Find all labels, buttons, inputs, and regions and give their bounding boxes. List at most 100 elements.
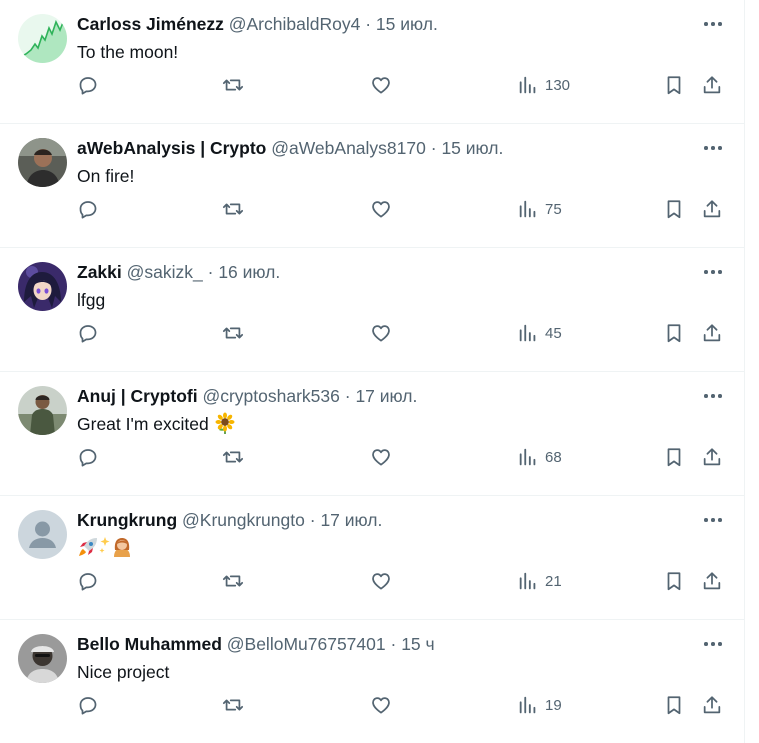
avatar[interactable] (18, 14, 67, 63)
like-button[interactable] (370, 441, 392, 473)
author-name[interactable]: Zakki (77, 262, 122, 282)
share-button[interactable] (701, 69, 723, 101)
post-timestamp[interactable]: 15 июл. (441, 138, 503, 158)
author-handle[interactable]: @aWebAnalys8170 (271, 138, 426, 158)
post-item[interactable]: Anuj | Cryptofi @cryptoshark536 · 17 июл… (0, 372, 745, 496)
author-name[interactable]: Carloss Jiménezz (77, 14, 224, 34)
more-options-button[interactable] (700, 634, 726, 654)
bookmark-icon (667, 200, 681, 219)
post-item[interactable]: Zakki @sakizk_ · 16 июл. lfgg 45 (0, 248, 745, 372)
views-button[interactable]: 75 (517, 193, 562, 225)
avatar[interactable] (18, 634, 67, 683)
repost-button[interactable] (222, 317, 244, 349)
separator-dot: · (430, 138, 437, 158)
post-item[interactable]: Krungkrung @Krungkrungto · 17 июл. 21 (0, 496, 745, 620)
share-button[interactable] (701, 317, 723, 349)
views-button[interactable]: 19 (517, 689, 562, 721)
author-handle[interactable]: @BelloMu76757401 (227, 634, 386, 654)
post-timestamp[interactable]: 15 июл. (376, 14, 438, 34)
separator-dot: · (344, 386, 351, 406)
avatar[interactable] (18, 386, 67, 435)
heart-icon (372, 449, 390, 466)
avatar[interactable] (18, 510, 67, 559)
views-count: 45 (545, 324, 562, 342)
reply-button[interactable] (77, 69, 99, 101)
repost-button[interactable] (222, 193, 244, 225)
reply-icon (79, 201, 97, 219)
post-item[interactable]: Carloss Jiménezz @ArchibaldRoy4 · 15 июл… (0, 0, 745, 124)
repost-icon (222, 79, 244, 91)
repost-button[interactable] (222, 565, 244, 597)
reply-icon (79, 449, 97, 467)
more-options-button[interactable] (700, 386, 726, 406)
share-icon (703, 200, 721, 218)
author-name[interactable]: Anuj | Cryptofi (77, 386, 198, 406)
bookmark-icon (667, 572, 681, 591)
reply-button[interactable] (77, 565, 99, 597)
author-name[interactable]: Bello Muhammed (77, 634, 222, 654)
author-handle[interactable]: @sakizk_ (127, 262, 203, 282)
separator-dot: · (390, 634, 397, 654)
bookmark-button[interactable] (663, 441, 685, 473)
share-button[interactable] (701, 565, 723, 597)
views-button[interactable]: 45 (517, 317, 562, 349)
reply-button[interactable] (77, 689, 99, 721)
separator-dot: · (365, 14, 372, 34)
repost-button[interactable] (222, 69, 244, 101)
views-button[interactable]: 68 (517, 441, 562, 473)
post-text: To the moon! (77, 40, 178, 64)
bookmark-button[interactable] (663, 69, 685, 101)
bookmark-button[interactable] (663, 689, 685, 721)
views-chart-icon (519, 572, 536, 590)
reply-button[interactable] (77, 317, 99, 349)
share-button[interactable] (701, 193, 723, 225)
more-options-button[interactable] (700, 262, 726, 282)
post-timestamp[interactable]: 16 июл. (218, 262, 280, 282)
views-chart-icon (519, 696, 536, 714)
post-text-content: To the moon! (77, 42, 179, 62)
like-button[interactable] (370, 69, 392, 101)
share-button[interactable] (701, 689, 723, 721)
post-text: Great I'm excited (77, 412, 236, 436)
post-timestamp[interactable]: 17 июл. (320, 510, 382, 530)
repost-icon (222, 575, 244, 587)
post-timestamp[interactable]: 17 июл. (355, 386, 417, 406)
repost-button[interactable] (222, 689, 244, 721)
like-button[interactable] (370, 565, 392, 597)
share-button[interactable] (701, 441, 723, 473)
more-options-button[interactable] (700, 138, 726, 158)
post-timestamp[interactable]: 15 ч (401, 634, 434, 654)
more-options-button[interactable] (700, 510, 726, 530)
more-options-button[interactable] (700, 14, 726, 34)
views-button[interactable]: 21 (517, 565, 562, 597)
sunflower-emoji (215, 412, 235, 434)
bookmark-button[interactable] (663, 193, 685, 225)
views-button[interactable]: 130 (517, 69, 570, 101)
like-button[interactable] (370, 317, 392, 349)
sparkles-emoji (99, 537, 110, 553)
like-button[interactable] (370, 193, 392, 225)
bookmark-icon (667, 76, 681, 95)
avatar[interactable] (18, 262, 67, 311)
views-count: 19 (545, 696, 562, 714)
heart-icon (372, 573, 390, 590)
author-name[interactable]: aWebAnalysis | Crypto (77, 138, 266, 158)
author-handle[interactable]: @cryptoshark536 (202, 386, 339, 406)
author-handle[interactable]: @ArchibaldRoy4 (229, 14, 361, 34)
reply-button[interactable] (77, 193, 99, 225)
repost-button[interactable] (222, 441, 244, 473)
like-button[interactable] (370, 689, 392, 721)
post-item[interactable]: aWebAnalysis | Crypto @aWebAnalys8170 · … (0, 124, 745, 248)
author-name[interactable]: Krungkrung (77, 510, 177, 530)
post-header: Anuj | Cryptofi @cryptoshark536 · 17 июл… (77, 384, 417, 408)
avatar[interactable] (18, 138, 67, 187)
bookmark-button[interactable] (663, 565, 685, 597)
views-chart-icon (519, 76, 536, 94)
views-count: 75 (545, 200, 562, 218)
share-icon (703, 324, 721, 342)
reply-button[interactable] (77, 441, 99, 473)
author-handle[interactable]: @Krungkrungto (182, 510, 305, 530)
post-item[interactable]: Bello Muhammed @BelloMu76757401 · 15 ч N… (0, 620, 745, 743)
bookmark-button[interactable] (663, 317, 685, 349)
post-header: Carloss Jiménezz @ArchibaldRoy4 · 15 июл… (77, 12, 438, 36)
